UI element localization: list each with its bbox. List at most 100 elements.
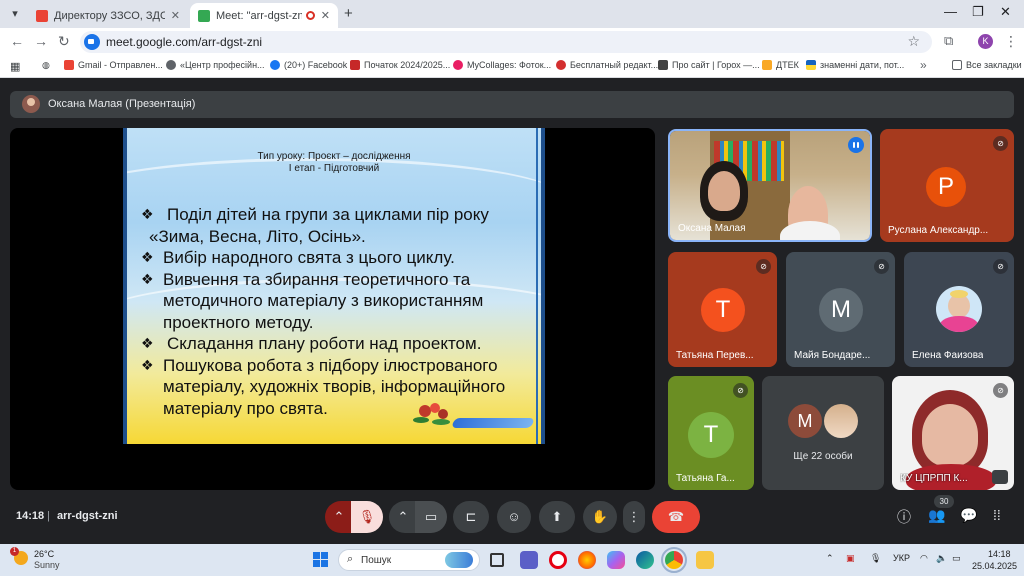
microphone-icon[interactable]: 🎙 (870, 553, 881, 564)
reload-icon[interactable]: ↻ (58, 33, 70, 50)
wifi-icon[interactable]: ◠ (920, 553, 928, 564)
bookmark-facebook[interactable]: (20+) Facebook (270, 60, 347, 70)
task-view-icon[interactable] (490, 553, 504, 567)
windows-start-icon[interactable] (313, 552, 328, 567)
teams-icon[interactable] (520, 551, 538, 569)
globe-icon[interactable]: ◍ (42, 60, 50, 71)
captions-button[interactable]: ⊏ (453, 501, 489, 533)
all-bookmarks[interactable]: Все закладки (952, 60, 1022, 70)
apps-icon[interactable]: ▦ (10, 60, 20, 73)
chrome-icon[interactable] (661, 547, 687, 573)
tab-search-button[interactable]: ▾ (6, 5, 24, 23)
copilot-icon[interactable] (607, 551, 625, 569)
tab-meet[interactable]: Meet: "arr-dgst-zni" ✕ (190, 3, 338, 28)
site-icon (556, 60, 566, 70)
weather-condition[interactable]: Sunny (34, 560, 60, 570)
audio-options-button[interactable]: ⌃ (325, 501, 353, 533)
camera-toggle-button[interactable]: ▭ (415, 501, 447, 533)
leave-call-button[interactable]: ☎ (652, 501, 700, 533)
volume-icon[interactable]: 🔈 (936, 553, 947, 564)
participant-tile[interactable]: Оксана Малая (668, 129, 872, 242)
avatar (22, 95, 40, 113)
diamond-bullet-icon: ❖ (141, 206, 154, 222)
raise-hand-button[interactable]: ✋ (583, 501, 617, 533)
close-icon[interactable]: ✕ (321, 9, 330, 22)
site-icon (658, 60, 668, 70)
participant-name: Елена Фаизова (912, 350, 984, 361)
meeting-code[interactable]: arr-dgst-zni (57, 510, 118, 522)
close-icon[interactable]: ✕ (171, 9, 180, 22)
pin-icon[interactable] (992, 470, 1008, 484)
new-tab-button[interactable]: + (344, 5, 353, 22)
address-bar[interactable]: meet.google.com/arr-dgst-zni ☆ (80, 31, 932, 53)
slide-bullet-list: ❖ Поділ дітей на групи за циклами пір ро… (141, 204, 541, 419)
firefox-icon[interactable] (578, 551, 596, 569)
diamond-bullet-icon: ❖ (141, 249, 154, 265)
participant-tile[interactable]: Т ⊘ Татьяна Га... (668, 376, 754, 490)
tab-gmail[interactable]: Директору ЗЗСО, ЗДО. Запро ✕ (28, 3, 188, 28)
participant-tile[interactable]: ⊘ Елена Фаизова (904, 252, 1014, 367)
bookmark-dates[interactable]: знаменні дати, пот... (806, 60, 904, 70)
clock-date[interactable]: 25.04.2025 (972, 561, 1017, 571)
close-window-icon[interactable]: ✕ (1000, 4, 1011, 20)
meeting-info-icon[interactable]: ⓘ (897, 507, 911, 527)
participant-tile[interactable]: Т ⊘ Татьяна Перев... (668, 252, 777, 367)
participant-tile[interactable]: Р ⊘ Руслана Александр... (880, 129, 1014, 242)
edge-icon[interactable] (636, 551, 654, 569)
site-info-icon[interactable] (84, 34, 100, 50)
chevron-more-icon[interactable]: » (920, 58, 927, 72)
bookmark-goroh[interactable]: Про сайт | Горох —... (658, 60, 760, 70)
bookmark-center[interactable]: «Центр професійн... (166, 60, 265, 70)
temperature[interactable]: 26°C (34, 549, 54, 559)
bookmark-start-year[interactable]: Початок 2024/2025... (350, 60, 450, 70)
profile-avatar[interactable]: K (978, 34, 993, 49)
more-participants-tile[interactable]: М Ще 22 особи (762, 376, 884, 490)
windows-taskbar: 1 26°C Sunny ⌕ Пошук ⌃ ▣ 🎙 УКР ◠ 🔈 ▭ 14:… (0, 544, 1024, 576)
bookmark-gmail[interactable]: Gmail - Отправлен... (64, 60, 163, 70)
bookmark-dtek[interactable]: ДТЕК (762, 60, 799, 70)
people-icon[interactable]: 👥 (928, 507, 945, 524)
avatar: М (819, 288, 863, 332)
activities-icon[interactable]: ⁞⁞ (993, 507, 1001, 523)
minimize-icon[interactable]: — (944, 4, 957, 19)
extensions-icon[interactable]: ⧉ (944, 33, 953, 49)
restore-icon[interactable]: ❐ (972, 4, 984, 20)
bookmark-mycollages[interactable]: MyCollages: Фоток... (453, 60, 551, 70)
slide-bullet: ❖ Пошукова робота з підбору ілюстрованог… (141, 355, 506, 418)
slide-title: Тип уроку: Проєкт – дослідження (257, 151, 411, 162)
battery-icon[interactable]: ▭ (952, 553, 961, 564)
opera-icon[interactable] (549, 551, 567, 569)
slide-border (123, 128, 127, 444)
chat-icon[interactable]: 💬 (960, 507, 977, 524)
mic-off-icon: ⊘ (874, 259, 889, 274)
more-options-button[interactable]: ⋮ (623, 501, 645, 533)
back-icon[interactable]: ← (10, 33, 24, 49)
clock-time[interactable]: 14:18 (988, 549, 1011, 559)
toolbar: ← → ↻ meet.google.com/arr-dgst-zni ☆ (0, 28, 1024, 55)
avatar (824, 404, 858, 438)
taskbar-search-input[interactable]: ⌕ Пошук (338, 549, 480, 571)
file-explorer-icon[interactable] (696, 551, 714, 569)
participant-tile[interactable]: ⊘ КУ ЦПРПП К... (892, 376, 1014, 490)
participant-name: Майя Бондаре... (794, 350, 871, 361)
tray-app-icon[interactable]: ▣ (846, 553, 855, 564)
bookmark-star-icon[interactable]: ☆ (907, 33, 920, 50)
language-indicator[interactable]: УКР (893, 553, 910, 563)
presentation-slide: Тип уроку: Проєкт – дослідження І етап -… (123, 128, 545, 444)
presentation-stage[interactable]: Тип уроку: Проєкт – дослідження І етап -… (10, 128, 655, 490)
browser-menu-icon[interactable]: ⋮ (1004, 33, 1018, 50)
heart-icon (453, 60, 463, 70)
participant-tile[interactable]: М ⊘ Майя Бондаре... (786, 252, 895, 367)
bookmarks-bar: ▦ ◍ Gmail - Отправлен... «Центр професій… (0, 55, 1024, 78)
video-options-button[interactable]: ⌃ (389, 501, 417, 533)
bookmark-editor[interactable]: Бесплатный редакт... (556, 60, 658, 70)
reactions-button[interactable]: ☺ (497, 501, 531, 533)
gmail-icon (64, 60, 74, 70)
mic-toggle-button[interactable]: 🎙 (351, 501, 383, 533)
slide-border (541, 128, 545, 444)
avatar: М (788, 404, 822, 438)
chevron-up-icon[interactable]: ⌃ (826, 553, 834, 564)
meet-icon (198, 9, 210, 22)
forward-icon[interactable]: → (34, 33, 48, 49)
present-button[interactable]: ⬆ (539, 501, 575, 533)
